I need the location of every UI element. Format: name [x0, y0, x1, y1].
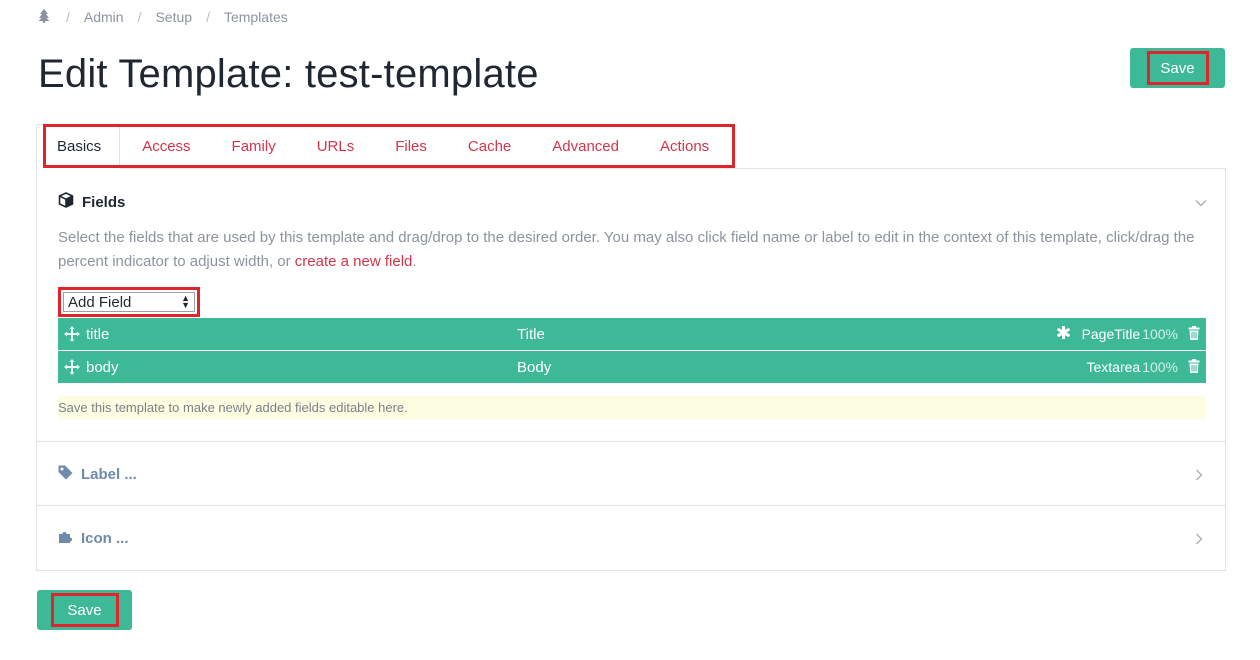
field-meta: Textarea 100%	[1086, 358, 1200, 376]
create-new-field-link[interactable]: create a new field	[295, 253, 413, 270]
fields-section-title: Fields	[82, 193, 126, 211]
icon-section-header[interactable]: Icon ...	[58, 529, 129, 548]
puzzle-icon	[58, 529, 73, 548]
field-name[interactable]: title	[86, 326, 109, 343]
trash-icon[interactable]	[1188, 325, 1200, 343]
field-meta: PageTitle 100%	[1056, 325, 1200, 343]
chevron-right-icon[interactable]	[1195, 532, 1203, 550]
add-field-select-value: Add Field	[68, 293, 132, 311]
label-section-header[interactable]: Label ...	[58, 465, 137, 484]
field-row-title[interactable]: title Title PageTitle 100%	[58, 318, 1206, 350]
breadcrumb-separator: /	[137, 9, 142, 25]
breadcrumb-admin[interactable]: Admin	[84, 9, 124, 25]
fields-section-header[interactable]: Fields	[58, 192, 125, 212]
save-button-bottom[interactable]: Save	[37, 590, 132, 630]
tab-bar: Basics Access Family URLs Files Cache Ad…	[36, 124, 1226, 169]
field-name[interactable]: body	[86, 359, 119, 376]
field-type: Textarea	[1086, 359, 1141, 375]
tree-icon[interactable]	[38, 9, 52, 25]
fields-description: Select the fields that are used by this …	[58, 226, 1198, 274]
save-button-label: Save	[1146, 51, 1209, 85]
move-icon[interactable]	[64, 326, 80, 346]
breadcrumb: / Admin / Setup / Templates	[38, 9, 288, 25]
breadcrumb-setup[interactable]: Setup	[155, 9, 192, 25]
fields-description-text: Select the fields that are used by this …	[58, 229, 1195, 270]
select-arrows-icon: ▲ ▼	[181, 293, 190, 310]
field-label[interactable]: Body	[517, 359, 551, 376]
tag-icon	[58, 465, 73, 484]
add-field-highlight: Add Field ▲ ▼	[58, 287, 200, 317]
breadcrumb-separator: /	[206, 9, 210, 25]
chevron-down-icon[interactable]	[1195, 194, 1207, 212]
page-title: Edit Template: test-template	[38, 52, 539, 96]
icon-section-title: Icon ...	[81, 530, 129, 547]
cube-icon	[58, 192, 74, 212]
basics-panel: Fields Select the fields that are used b…	[36, 168, 1226, 571]
description-period: .	[412, 253, 417, 270]
save-notice: Save this template to make newly added f…	[58, 396, 1206, 419]
section-divider	[37, 441, 1225, 442]
save-button-label: Save	[50, 593, 119, 627]
save-button-top[interactable]: Save	[1130, 48, 1225, 88]
breadcrumb-separator: /	[66, 9, 70, 25]
trash-icon[interactable]	[1188, 358, 1200, 376]
breadcrumb-templates[interactable]: Templates	[224, 9, 288, 25]
field-label[interactable]: Title	[517, 326, 545, 343]
move-icon[interactable]	[64, 359, 80, 379]
section-divider	[37, 505, 1225, 506]
asterisk-icon	[1056, 325, 1070, 342]
field-type: PageTitle	[1081, 326, 1141, 342]
field-row-body[interactable]: body Body Textarea 100%	[58, 351, 1206, 383]
label-section-title: Label ...	[81, 466, 137, 483]
field-width-percent[interactable]: 100%	[1142, 359, 1178, 375]
field-width-percent[interactable]: 100%	[1142, 326, 1178, 342]
add-field-select[interactable]: Add Field ▲ ▼	[63, 292, 195, 312]
tabs-highlight-box	[43, 124, 735, 168]
chevron-right-icon[interactable]	[1195, 468, 1203, 486]
